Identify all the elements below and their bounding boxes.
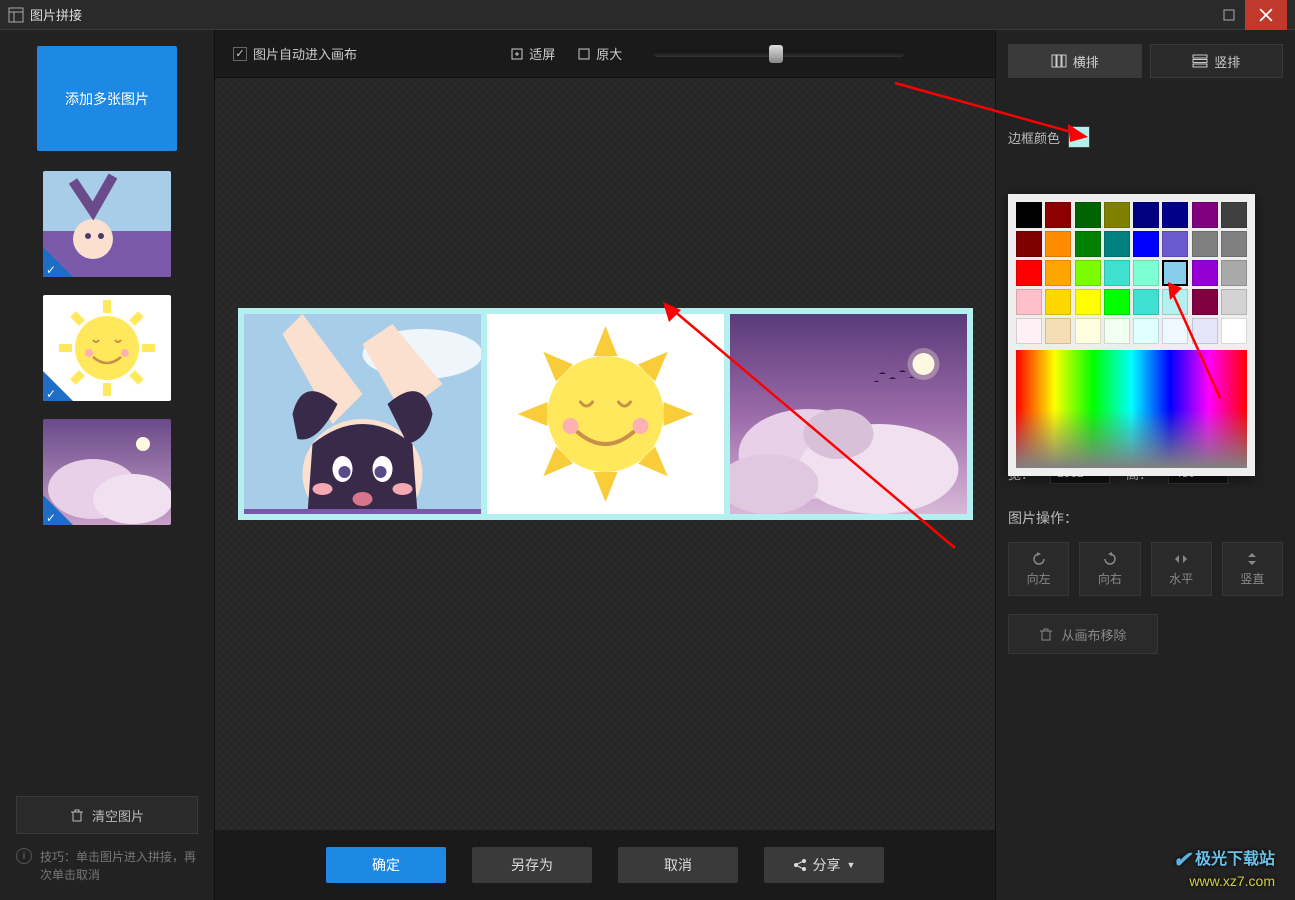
- rotate-right-icon: [1102, 551, 1118, 567]
- color-swatch-option[interactable]: [1045, 289, 1071, 315]
- thumb-2[interactable]: [43, 295, 171, 401]
- original-size-button[interactable]: 原大: [577, 44, 622, 63]
- fit-screen-button[interactable]: 适屏: [510, 44, 555, 63]
- color-swatch-option[interactable]: [1104, 289, 1130, 315]
- rotate-right-button[interactable]: 向右: [1079, 542, 1140, 596]
- trash-icon: [70, 808, 84, 822]
- saveas-button[interactable]: 另存为: [472, 847, 592, 883]
- annotation-arrow: [655, 298, 965, 558]
- color-swatch-option[interactable]: [1075, 289, 1101, 315]
- color-swatch-option[interactable]: [1045, 231, 1071, 257]
- share-icon: [793, 858, 807, 872]
- annotation-arrow: [890, 78, 1100, 148]
- rows-icon: [1192, 54, 1208, 68]
- check-icon: [43, 247, 73, 277]
- color-swatch-option[interactable]: [1133, 318, 1159, 344]
- fit-icon: [510, 47, 524, 61]
- color-swatch-option[interactable]: [1162, 231, 1188, 257]
- layout-vertical-tab[interactable]: 竖排: [1150, 44, 1284, 78]
- share-button[interactable]: 分享 ▼: [764, 847, 884, 883]
- zoom-slider[interactable]: [654, 51, 904, 57]
- color-swatch-option[interactable]: [1104, 318, 1130, 344]
- color-swatch-option[interactable]: [1075, 231, 1101, 257]
- color-swatch-option[interactable]: [1133, 289, 1159, 315]
- color-swatch-option[interactable]: [1221, 202, 1247, 228]
- color-swatch-option[interactable]: [1075, 202, 1101, 228]
- color-swatch-option[interactable]: [1104, 202, 1130, 228]
- window-title: 图片拼接: [30, 5, 1213, 24]
- color-swatch-option[interactable]: [1016, 202, 1042, 228]
- color-swatch-option[interactable]: [1192, 231, 1218, 257]
- add-images-button[interactable]: 添加多张图片: [37, 46, 177, 151]
- color-swatch-option[interactable]: [1162, 202, 1188, 228]
- chevron-down-icon: ▼: [847, 860, 856, 870]
- ok-button[interactable]: 确定: [326, 847, 446, 883]
- trash-icon: [1039, 627, 1053, 641]
- color-swatch-option[interactable]: [1016, 318, 1042, 344]
- color-swatch-option[interactable]: [1075, 260, 1101, 286]
- left-sidebar: 添加多张图片 清空图片 i 技巧：单击图片进入拼接，再次单击取消: [0, 30, 215, 900]
- color-swatch-option[interactable]: [1133, 231, 1159, 257]
- color-swatch-option[interactable]: [1192, 202, 1218, 228]
- rotate-left-button[interactable]: 向左: [1008, 542, 1069, 596]
- color-swatch-option[interactable]: [1045, 260, 1071, 286]
- thumb-1[interactable]: [43, 171, 171, 277]
- flip-vertical-button[interactable]: 竖直: [1222, 542, 1283, 596]
- color-swatch-option[interactable]: [1133, 260, 1159, 286]
- cancel-button[interactable]: 取消: [618, 847, 738, 883]
- layout-horizontal-tab[interactable]: 横排: [1008, 44, 1142, 78]
- app-icon: [8, 7, 24, 23]
- title-bar: 图片拼接: [0, 0, 1295, 30]
- color-swatch-option[interactable]: [1075, 318, 1101, 344]
- original-icon: [577, 47, 591, 61]
- color-swatch-option[interactable]: [1016, 260, 1042, 286]
- color-swatch-option[interactable]: [1104, 231, 1130, 257]
- rotate-left-icon: [1031, 551, 1047, 567]
- zoom-thumb[interactable]: [769, 45, 783, 63]
- color-swatch-option[interactable]: [1221, 231, 1247, 257]
- color-swatch-option[interactable]: [1104, 260, 1130, 286]
- flip-v-icon: [1244, 551, 1260, 567]
- flip-horizontal-button[interactable]: 水平: [1151, 542, 1212, 596]
- close-button[interactable]: [1245, 0, 1287, 30]
- image-ops-label: 图片操作：: [1008, 508, 1283, 528]
- canvas-toolbar: 图片自动进入画布 适屏 原大: [215, 30, 995, 78]
- columns-icon: [1051, 54, 1067, 68]
- color-swatch-option[interactable]: [1016, 231, 1042, 257]
- clear-images-button[interactable]: 清空图片: [16, 796, 198, 834]
- color-swatch-option[interactable]: [1133, 202, 1159, 228]
- info-icon: i: [16, 848, 32, 864]
- color-swatch-option[interactable]: [1016, 289, 1042, 315]
- check-icon: [43, 371, 73, 401]
- flip-h-icon: [1173, 551, 1189, 567]
- bottom-bar: 确定 另存为 取消 分享 ▼: [215, 830, 995, 900]
- thumb-3[interactable]: [43, 419, 171, 525]
- maximize-button[interactable]: [1213, 0, 1245, 30]
- color-swatch-option[interactable]: [1045, 202, 1071, 228]
- check-icon: [43, 495, 73, 525]
- checkbox-icon: [233, 47, 247, 61]
- canvas-area[interactable]: [215, 78, 995, 830]
- tip-text: 技巧：单击图片进入拼接，再次单击取消: [40, 848, 198, 884]
- watermark: ✔ 极光下载站 www.xz7.com: [1173, 847, 1275, 890]
- canvas-image-1[interactable]: [244, 314, 481, 514]
- remove-from-canvas-button[interactable]: 从画布移除: [1008, 614, 1158, 654]
- color-swatch-option[interactable]: [1045, 318, 1071, 344]
- right-panel: 横排 竖排 边框颜色 宽： 高： 图片操作： 向左 向右 水平 竖直: [995, 30, 1295, 900]
- auto-canvas-checkbox[interactable]: 图片自动进入画布: [233, 44, 357, 63]
- annotation-arrow: [1160, 278, 1240, 408]
